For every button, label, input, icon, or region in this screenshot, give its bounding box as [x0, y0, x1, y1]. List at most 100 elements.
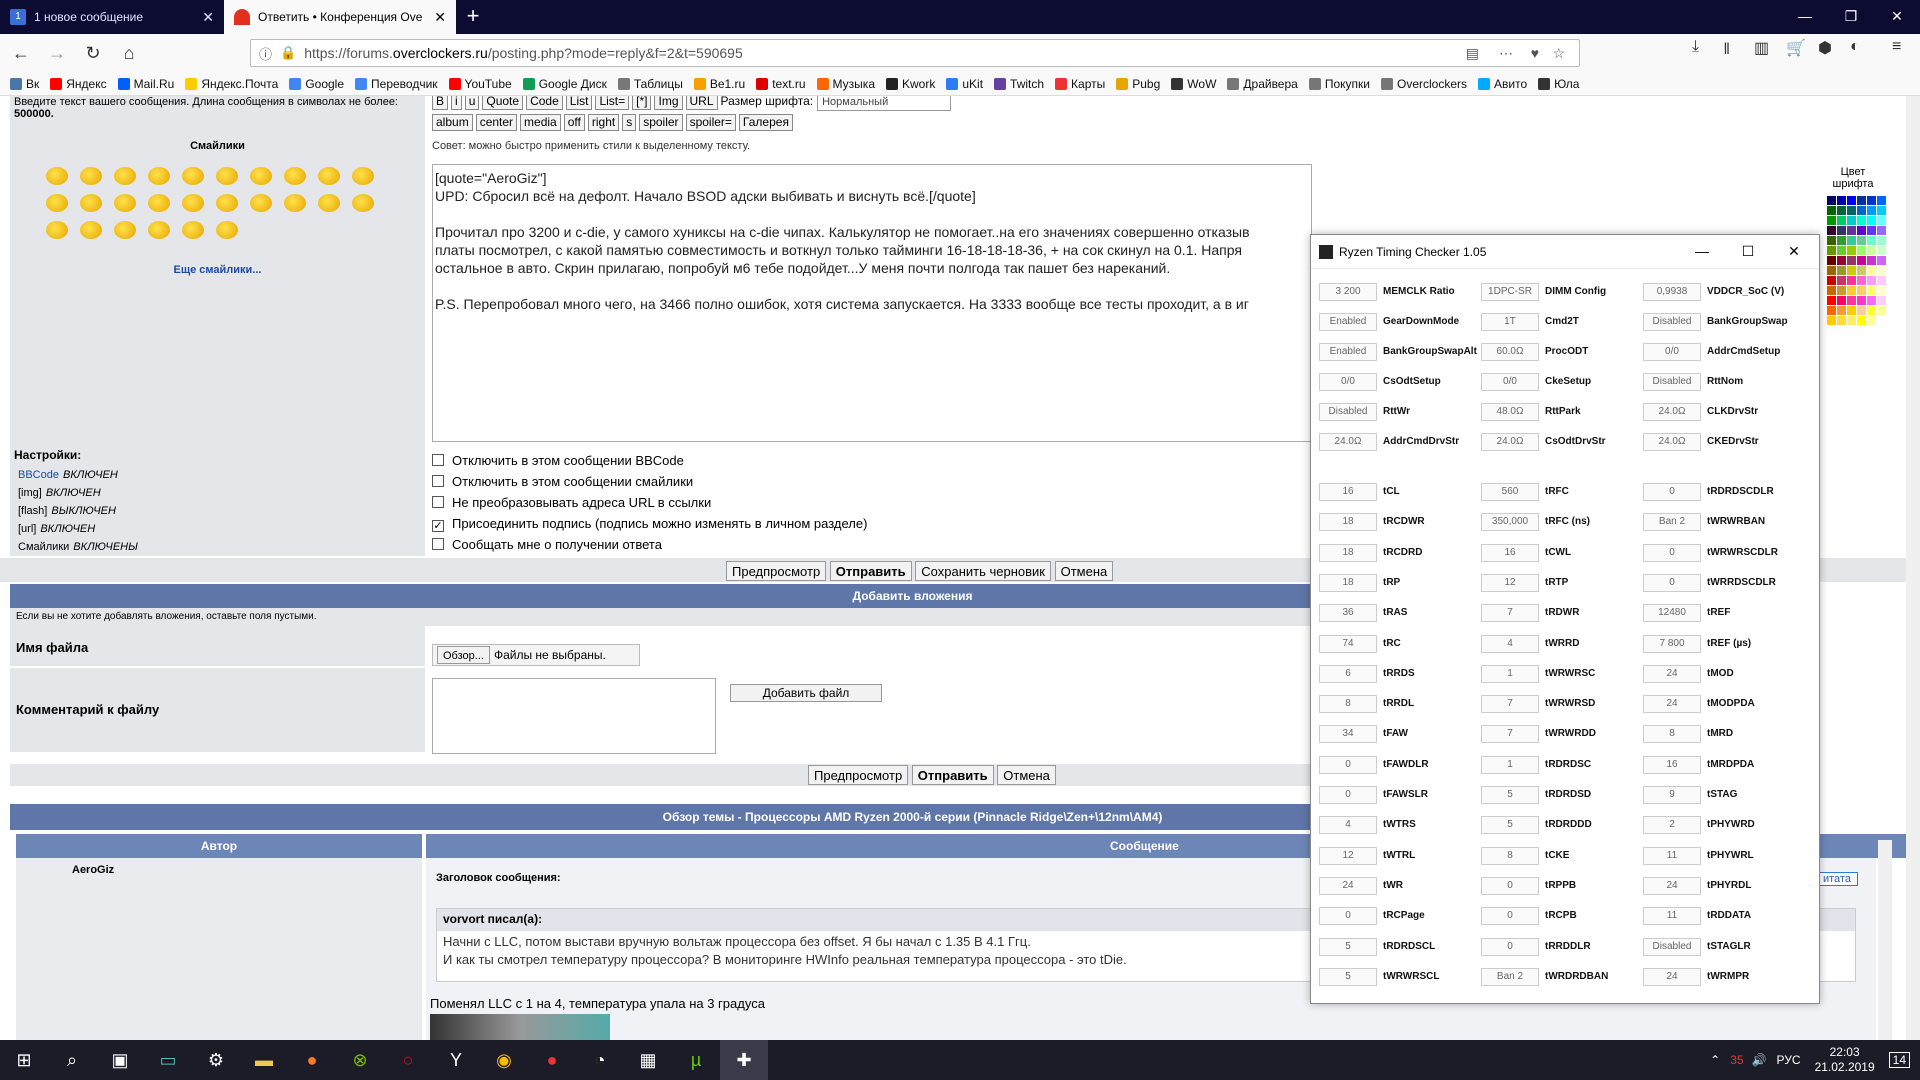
- more-icon[interactable]: ⋯: [1499, 45, 1513, 62]
- color-swatch[interactable]: [1837, 236, 1846, 245]
- color-swatch[interactable]: [1867, 306, 1876, 315]
- timing-value[interactable]: 18: [1319, 543, 1377, 562]
- color-swatch[interactable]: [1847, 306, 1856, 315]
- timing-value[interactable]: 34: [1319, 725, 1377, 744]
- bbcode-button[interactable]: List: [565, 96, 593, 110]
- color-swatch[interactable]: [1847, 236, 1856, 245]
- rtc-taskbar-icon[interactable]: ✚: [720, 1040, 768, 1080]
- option-checkbox[interactable]: [432, 475, 444, 487]
- timing-value[interactable]: Disabled: [1643, 313, 1701, 331]
- color-swatch[interactable]: [1827, 286, 1836, 295]
- xbox-icon[interactable]: ⊗: [336, 1040, 384, 1080]
- color-swatch[interactable]: [1867, 216, 1876, 225]
- volume-icon[interactable]: 🔊: [1752, 1053, 1767, 1067]
- color-swatch[interactable]: [1857, 276, 1866, 285]
- timing-value[interactable]: 24: [1319, 876, 1377, 895]
- close-icon[interactable]: ✕: [202, 9, 214, 26]
- bbcode-button[interactable]: i: [451, 96, 462, 110]
- color-swatch[interactable]: [1837, 296, 1846, 305]
- post-author[interactable]: AeroGiz: [16, 858, 422, 1040]
- color-swatch[interactable]: [1847, 206, 1856, 215]
- timing-value[interactable]: 24.0Ω: [1643, 433, 1701, 451]
- firefox-icon[interactable]: ●: [288, 1040, 336, 1080]
- timing-value[interactable]: 2: [1643, 816, 1701, 835]
- color-swatch[interactable]: [1827, 256, 1836, 265]
- color-swatch[interactable]: [1837, 216, 1846, 225]
- smiley-icon[interactable]: [250, 167, 272, 185]
- color-swatch[interactable]: [1837, 226, 1846, 235]
- timing-value[interactable]: 8: [1319, 695, 1377, 714]
- chrome-icon[interactable]: ◉: [480, 1040, 528, 1080]
- color-swatch[interactable]: [1867, 296, 1876, 305]
- opera-icon[interactable]: ○: [384, 1040, 432, 1080]
- timing-value[interactable]: 24.0Ω: [1643, 403, 1701, 421]
- timing-value[interactable]: 48.0Ω: [1481, 403, 1539, 421]
- color-swatch[interactable]: [1847, 316, 1856, 325]
- timing-value[interactable]: 16: [1481, 543, 1539, 562]
- timing-value[interactable]: 7 800: [1643, 634, 1701, 653]
- ryzen-timing-checker-window[interactable]: Ryzen Timing Checker 1.05 — ☐ ✕ 3 200 MEM…: [1310, 234, 1820, 1004]
- forward-icon[interactable]: →: [42, 38, 72, 68]
- new-tab-button[interactable]: +: [456, 0, 490, 34]
- smiley-icon[interactable]: [318, 194, 340, 212]
- color-swatch[interactable]: [1857, 316, 1866, 325]
- bookmark-item[interactable]: Переводчик: [355, 77, 438, 91]
- bbcode-button[interactable]: Img: [654, 96, 683, 110]
- rtc-titlebar[interactable]: Ryzen Timing Checker 1.05 — ☐ ✕: [1311, 235, 1819, 269]
- timing-value[interactable]: 0: [1481, 907, 1539, 926]
- reader-icon[interactable]: ▤: [1466, 45, 1479, 62]
- color-swatch[interactable]: [1837, 246, 1846, 255]
- color-swatches[interactable]: [1827, 196, 1886, 325]
- timing-value[interactable]: 5: [1481, 786, 1539, 804]
- option-checkbox[interactable]: [432, 496, 444, 508]
- timing-value[interactable]: 0/0: [1319, 373, 1377, 391]
- smiley-icon[interactable]: [216, 194, 238, 212]
- bbcode-button[interactable]: media: [520, 114, 561, 131]
- bbcode-button[interactable]: spoiler: [639, 114, 683, 131]
- smiley-icon[interactable]: [80, 221, 102, 239]
- notification-icon[interactable]: 14: [1888, 1052, 1910, 1068]
- bookmark-item[interactable]: Яндекс: [50, 77, 107, 91]
- message-textarea[interactable]: [quote="AeroGiz"] UPD: Сбросил всё на деф…: [432, 164, 1312, 442]
- more-smiles-link[interactable]: Еще смайлики...: [10, 264, 425, 276]
- color-swatch[interactable]: [1877, 286, 1886, 295]
- color-swatch[interactable]: [1867, 236, 1876, 245]
- color-swatch[interactable]: [1847, 266, 1856, 275]
- timing-value[interactable]: 24: [1643, 664, 1701, 683]
- smiley-icon[interactable]: [352, 194, 374, 212]
- bbcode-button[interactable]: u: [464, 96, 480, 110]
- settings-gear-icon[interactable]: ⚙: [192, 1040, 240, 1080]
- color-swatch[interactable]: [1847, 246, 1856, 255]
- timing-value[interactable]: Ban 2: [1481, 967, 1539, 986]
- url-bar[interactable]: ⓘ 🔒 https://forums. overclockers.ru/posti…: [250, 39, 1580, 67]
- timing-value[interactable]: 350,000: [1481, 513, 1539, 532]
- timing-value[interactable]: 5: [1481, 816, 1539, 835]
- search-icon[interactable]: ⌕: [48, 1040, 96, 1080]
- smiley-icon[interactable]: [216, 221, 238, 239]
- timing-value[interactable]: 24: [1643, 876, 1701, 895]
- color-swatch[interactable]: [1877, 316, 1886, 325]
- smiley-icon[interactable]: [46, 221, 68, 239]
- bookmark-item[interactable]: YouTube: [448, 77, 512, 91]
- timing-value[interactable]: 0: [1643, 483, 1701, 501]
- bookmark-item[interactable]: Google Диск: [522, 77, 607, 91]
- smiley-icon[interactable]: [182, 221, 204, 239]
- timing-value[interactable]: Disabled: [1643, 373, 1701, 391]
- color-swatch[interactable]: [1847, 256, 1856, 265]
- timing-value[interactable]: 18: [1319, 513, 1377, 532]
- color-swatch[interactable]: [1877, 196, 1886, 205]
- bookmark-star-icon[interactable]: ☆: [1552, 45, 1565, 62]
- color-swatch[interactable]: [1857, 286, 1866, 295]
- close-icon[interactable]: ✕: [1771, 235, 1817, 269]
- close-window-icon[interactable]: ✕: [1874, 0, 1920, 34]
- bbcode-button[interactable]: Code: [526, 96, 563, 110]
- color-swatch[interactable]: [1827, 266, 1836, 275]
- color-swatch[interactable]: [1827, 216, 1836, 225]
- color-swatch[interactable]: [1867, 276, 1876, 285]
- color-swatch[interactable]: [1857, 306, 1866, 315]
- timing-value[interactable]: 24: [1643, 967, 1701, 986]
- cancel-button[interactable]: Отмена: [1054, 561, 1114, 581]
- bookmark-item[interactable]: Pubg: [1116, 77, 1160, 91]
- option-checkbox[interactable]: [432, 454, 444, 466]
- color-swatch[interactable]: [1877, 266, 1886, 275]
